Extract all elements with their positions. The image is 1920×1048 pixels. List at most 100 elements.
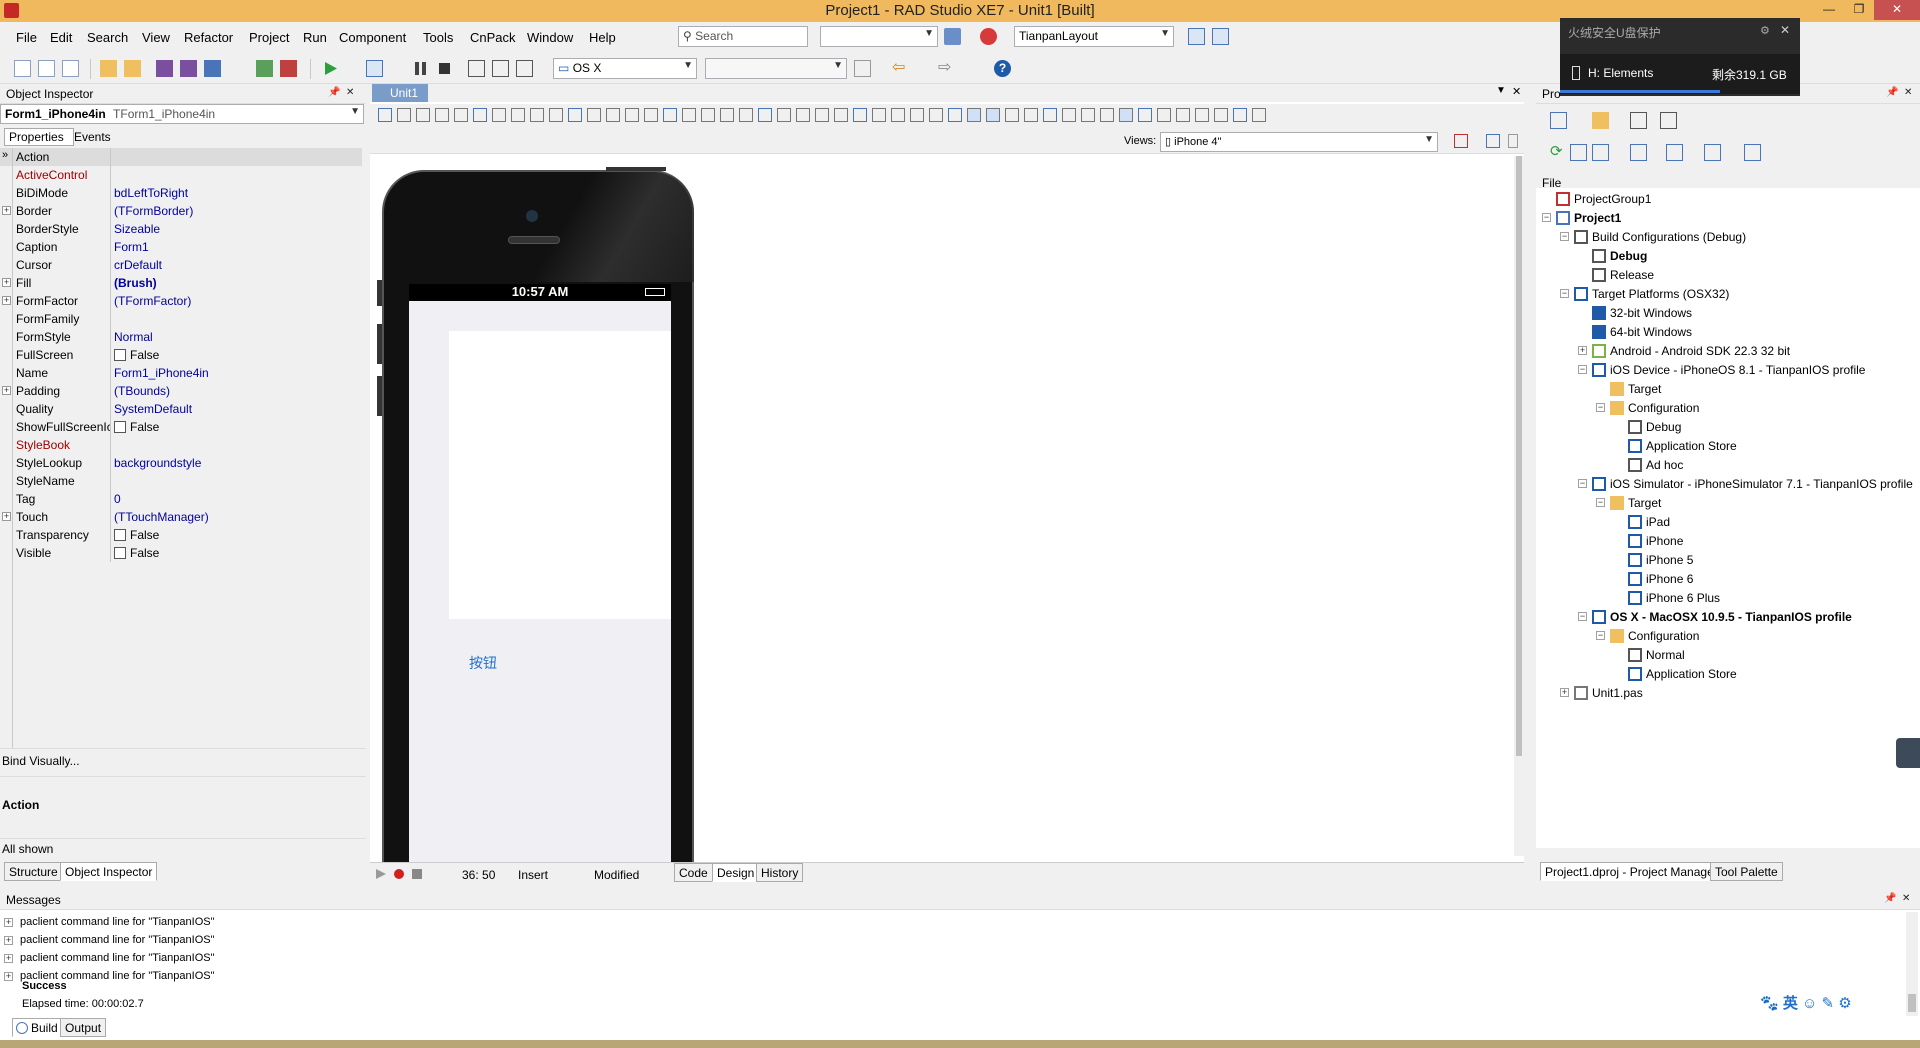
align-tool-icon[interactable]	[473, 108, 487, 122]
forward-icon[interactable]: ⇨	[938, 60, 955, 77]
property-row[interactable]: Tag 0	[0, 490, 362, 508]
view-icon[interactable]	[1660, 112, 1677, 129]
save-icon[interactable]	[156, 60, 173, 77]
add-new-icon[interactable]	[1592, 112, 1609, 129]
expand-icon[interactable]: +	[2, 512, 11, 521]
chinese-button[interactable]: 按钮	[469, 653, 497, 673]
property-row[interactable]: Caption Form1	[0, 238, 362, 256]
tree-item[interactable]: iPhone 6 Plus	[1646, 591, 1720, 605]
cnpack-icon[interactable]	[980, 28, 997, 45]
align-tool-icon[interactable]	[1214, 108, 1228, 122]
property-row[interactable]: + Fill (Brush)	[0, 274, 362, 292]
play-macro-icon[interactable]	[376, 869, 386, 879]
tree-item[interactable]: Target Platforms (OSX32)	[1592, 287, 1729, 301]
property-row[interactable]: + FormFactor (TFormFactor)	[0, 292, 362, 310]
expand-icon[interactable]: +	[2, 386, 11, 395]
align-tool-icon[interactable]	[929, 108, 943, 122]
collapse-icon[interactable]	[1630, 112, 1647, 129]
device-settings-icon[interactable]	[1508, 134, 1518, 148]
step-over-icon[interactable]	[468, 60, 485, 77]
build-icon[interactable]	[1666, 144, 1683, 161]
tree-item[interactable]: iOS Device - iPhoneOS 8.1 - TianpanIOS p…	[1610, 363, 1865, 377]
menu-file[interactable]: File	[16, 30, 37, 45]
property-value[interactable]: Form1_iPhone4in	[114, 366, 209, 380]
align-tool-icon[interactable]	[1195, 108, 1209, 122]
property-row[interactable]: + Border (TFormBorder)	[0, 202, 362, 220]
sync-icon[interactable]: ⟳	[1550, 144, 1567, 161]
tab-history[interactable]: History	[756, 863, 804, 882]
message-expander-icon[interactable]: +	[4, 936, 13, 945]
tree-expander-icon[interactable]: −	[1560, 232, 1569, 241]
pen-icon[interactable]: ✎	[1822, 995, 1835, 1012]
tree-item[interactable]: Debug	[1646, 420, 1681, 434]
tree-expander-icon[interactable]: +	[1560, 688, 1569, 697]
tab-project-manager[interactable]: Project1.dproj - Project Manager	[1540, 862, 1723, 881]
align-tool-icon[interactable]	[587, 108, 601, 122]
layout-combo[interactable]: TianpanLayout ▼	[1014, 26, 1174, 47]
property-value[interactable]: False	[114, 546, 159, 560]
tab-properties[interactable]: Properties	[4, 128, 74, 146]
menu-component[interactable]: Component	[339, 30, 406, 45]
align-tool-icon[interactable]	[1157, 108, 1171, 122]
expand-icon[interactable]: +	[2, 278, 11, 287]
property-value[interactable]: Form1	[114, 240, 149, 254]
menu-tools[interactable]: Tools	[423, 30, 453, 45]
white-panel[interactable]	[449, 331, 671, 619]
property-row[interactable]: Quality SystemDefault	[0, 400, 362, 418]
tree-item[interactable]: OS X - MacOSX 10.9.5 - TianpanIOS profil…	[1610, 610, 1852, 624]
property-value[interactable]: (TBounds)	[114, 384, 170, 398]
property-row[interactable]: BorderStyle Sizeable	[0, 220, 362, 238]
align-tool-icon[interactable]	[435, 108, 449, 122]
property-value[interactable]: SystemDefault	[114, 402, 192, 416]
usb-settings-icon[interactable]: ⚙	[1760, 24, 1770, 37]
new-icon[interactable]	[14, 60, 31, 77]
tree-item[interactable]: Android - Android SDK 22.3 32 bit	[1610, 344, 1790, 358]
property-row[interactable]: StyleLookup backgroundstyle	[0, 454, 362, 472]
config-combo[interactable]: ▼	[820, 26, 938, 47]
open-icon[interactable]	[100, 60, 117, 77]
align-tool-icon[interactable]	[549, 108, 563, 122]
tab-unit1[interactable]: Unit1	[372, 84, 428, 102]
menu-view[interactable]: View	[142, 30, 170, 45]
tree-item[interactable]: Release	[1610, 268, 1654, 282]
messages-scrollbar[interactable]	[1906, 912, 1918, 1016]
align-tool-icon[interactable]	[815, 108, 829, 122]
tree-item[interactable]: Ad hoc	[1646, 458, 1683, 472]
align-tool-icon[interactable]	[758, 108, 772, 122]
tree-item[interactable]: Target	[1628, 496, 1661, 510]
property-value[interactable]: bdLeftToRight	[114, 186, 188, 200]
tree-expander-icon[interactable]: −	[1578, 365, 1587, 374]
property-row[interactable]: BiDiMode bdLeftToRight	[0, 184, 362, 202]
property-row[interactable]: » Action	[0, 148, 362, 166]
deploy-icon[interactable]	[944, 28, 961, 45]
align-tool-icon[interactable]	[1081, 108, 1095, 122]
tab-structure[interactable]: Structure	[4, 862, 63, 881]
align-tool-icon[interactable]	[530, 108, 544, 122]
tree-item[interactable]: Application Store	[1646, 439, 1737, 453]
msg-close-icon[interactable]: ✕	[1902, 893, 1910, 904]
menu-refactor[interactable]: Refactor	[184, 30, 233, 45]
property-value[interactable]: backgroundstyle	[114, 456, 201, 470]
align-tool-icon[interactable]	[454, 108, 468, 122]
property-value[interactable]: Normal	[114, 330, 153, 344]
align-tool-icon[interactable]	[834, 108, 848, 122]
property-row[interactable]: Cursor crDefault	[0, 256, 362, 274]
tree-item[interactable]: Configuration	[1628, 401, 1699, 415]
new-unit-icon[interactable]	[62, 60, 79, 77]
open-project-icon[interactable]	[124, 60, 141, 77]
align-tool-icon[interactable]	[568, 108, 582, 122]
tree-item[interactable]: Configuration	[1628, 629, 1699, 643]
tab-build[interactable]: Build	[12, 1018, 63, 1037]
align-tool-icon[interactable]	[1119, 108, 1133, 122]
property-row[interactable]: ActiveControl	[0, 166, 362, 184]
tab-design[interactable]: Design	[712, 863, 760, 882]
platform-icon[interactable]	[1744, 144, 1761, 161]
align-tool-icon[interactable]	[910, 108, 924, 122]
checkbox[interactable]	[114, 421, 126, 433]
sort-icon[interactable]	[1630, 144, 1647, 161]
property-value[interactable]: False	[114, 528, 159, 542]
side-widget[interactable]	[1896, 738, 1920, 768]
tree-item[interactable]: iPad	[1646, 515, 1670, 529]
add-file-icon[interactable]	[256, 60, 273, 77]
align-tool-icon[interactable]	[967, 108, 981, 122]
